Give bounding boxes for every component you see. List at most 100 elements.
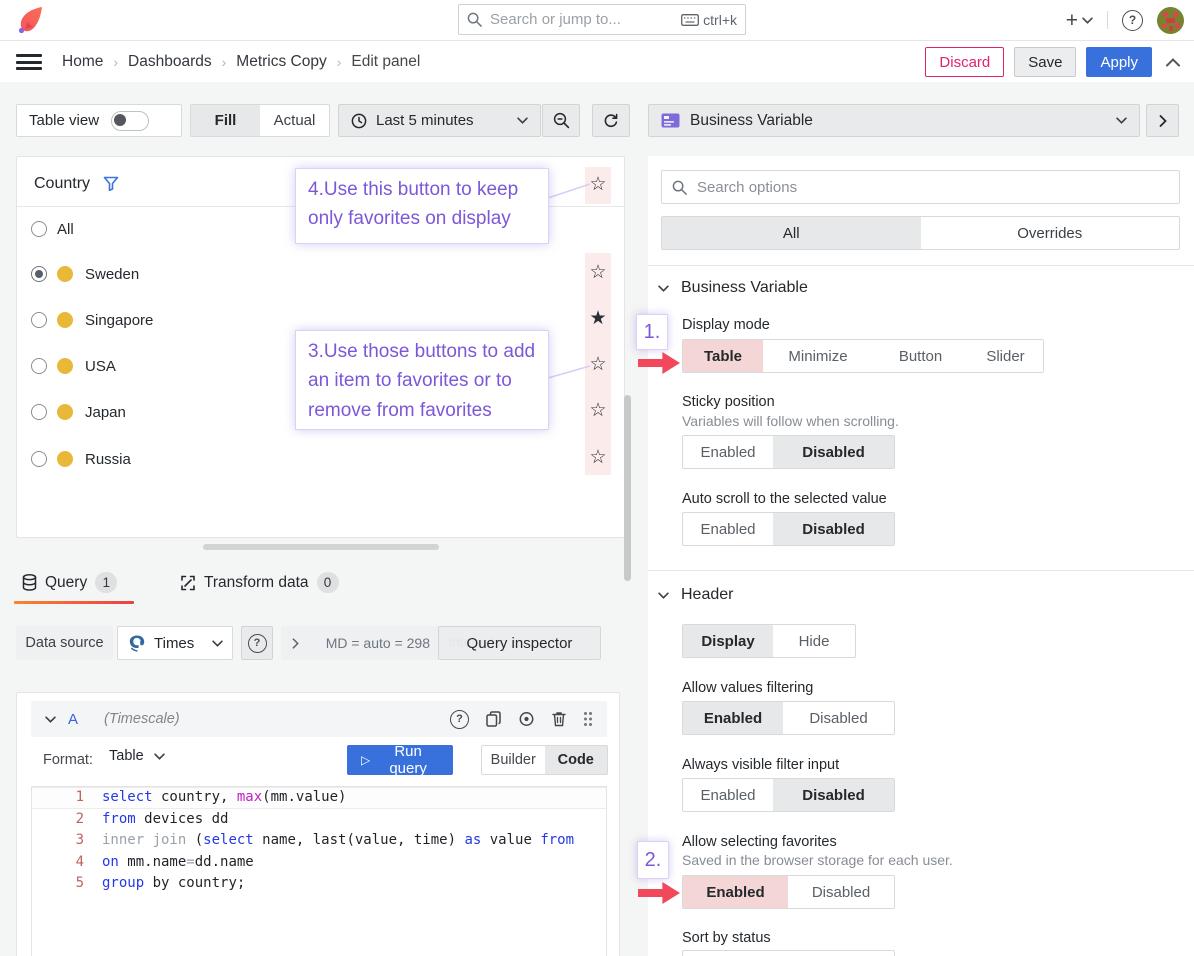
filtering-disabled[interactable]: Disabled (783, 702, 894, 734)
code-line: 3inner join (select name, last(value, ti… (32, 830, 606, 852)
chevron-down-icon[interactable] (45, 716, 56, 723)
options-search[interactable] (661, 170, 1180, 204)
section-business-variable[interactable]: Business Variable (658, 279, 808, 297)
query-row-header[interactable]: A (Timescale) ? (31, 701, 607, 737)
tab-overrides[interactable]: Overrides (921, 217, 1180, 249)
radio-icon[interactable] (31, 358, 47, 374)
query-help-button[interactable]: ? (450, 710, 469, 729)
global-search-input[interactable] (488, 10, 675, 29)
autoscroll-disabled[interactable]: Disabled (773, 513, 894, 545)
query-options-toggle[interactable]: MD = auto = 298 (281, 626, 441, 660)
line-number: 4 (32, 852, 102, 874)
display-mode-table[interactable]: Table (683, 340, 763, 372)
chevron-down-icon (517, 117, 528, 124)
run-query-button[interactable]: ▷ Run query (347, 745, 453, 775)
display-mode-minimize[interactable]: Minimize (763, 340, 873, 372)
tutorial-step-2: 2. (637, 841, 669, 879)
zoom-out-time-button[interactable] (542, 104, 580, 137)
sort-by-status-segmented[interactable] (682, 950, 895, 956)
favorite-star-button[interactable]: ☆ (585, 448, 611, 467)
radio-selected-icon[interactable] (31, 266, 47, 282)
breadcrumb-dashboard-name[interactable]: Metrics Copy (236, 53, 326, 71)
table-view-toggle[interactable] (111, 111, 149, 131)
filter-input-label: Always visible filter input (682, 757, 839, 773)
query-options-summary: MD = auto = 298 (326, 635, 430, 651)
panel-type-picker[interactable]: Business Variable (648, 104, 1140, 137)
table-view-toggle-group[interactable]: Table view (16, 104, 182, 137)
user-avatar[interactable] (1157, 7, 1184, 34)
refresh-button[interactable] (592, 104, 630, 137)
datasource-help-button[interactable]: ? (241, 626, 273, 660)
breadcrumb-home[interactable]: Home (62, 53, 103, 71)
next-panel-button[interactable] (1146, 104, 1179, 137)
filter-funnel-icon[interactable] (103, 176, 119, 191)
favorite-star-button[interactable]: ☆ (585, 355, 611, 374)
autoscroll-label: Auto scroll to the selected value (682, 491, 887, 507)
actual-option[interactable]: Actual (260, 105, 329, 136)
tab-query[interactable]: Query 1 (22, 572, 117, 593)
search-icon (467, 12, 482, 27)
favorites-filter-star-button[interactable]: ☆ (585, 175, 611, 194)
breadcrumb-separator: › (222, 54, 227, 70)
divider (648, 265, 1194, 266)
save-button[interactable]: Save (1014, 47, 1076, 77)
chevron-down-icon (658, 285, 669, 292)
new-menu-button[interactable]: + (1066, 10, 1093, 31)
apply-button[interactable]: Apply (1086, 47, 1152, 77)
filtering-enabled[interactable]: Enabled (683, 702, 783, 734)
autoscroll-enabled[interactable]: Enabled (683, 513, 773, 545)
grafana-logo-icon[interactable] (17, 5, 44, 35)
duplicate-query-icon[interactable] (486, 711, 501, 727)
favorites-disabled[interactable]: Disabled (788, 876, 894, 908)
code-option[interactable]: Code (545, 746, 608, 774)
options-pane-scrollbar[interactable] (624, 395, 631, 581)
drag-handle-icon[interactable] (583, 711, 593, 727)
sort-by-status-label: Sort by status (682, 930, 771, 946)
horizontal-scrollbar[interactable] (203, 544, 439, 550)
tab-transform-data[interactable]: Transform data 0 (180, 572, 339, 593)
datasource-picker[interactable]: Times (117, 626, 233, 660)
favorites-label: Allow selecting favorites (682, 834, 837, 850)
radio-icon[interactable] (31, 404, 47, 420)
sticky-position-desc: Variables will follow when scrolling. (682, 413, 899, 429)
sticky-disabled[interactable]: Disabled (773, 436, 894, 468)
sql-code-editor[interactable]: 1select country, max(mm.value) 2from dev… (31, 786, 607, 956)
favorite-star-button[interactable]: ☆ (585, 263, 611, 282)
fill-option[interactable]: Fill (191, 105, 260, 136)
display-mode-slider[interactable]: Slider (968, 340, 1043, 372)
favorites-enabled[interactable]: Enabled (683, 876, 788, 908)
radio-icon[interactable] (31, 451, 47, 467)
sticky-enabled[interactable]: Enabled (683, 436, 773, 468)
help-button[interactable]: ? (1122, 10, 1143, 31)
header-hide[interactable]: Hide (773, 625, 855, 657)
discard-button[interactable]: Discard (925, 47, 1004, 77)
breadcrumb-dashboards[interactable]: Dashboards (128, 53, 212, 71)
format-select[interactable]: Table (109, 748, 165, 764)
time-range-picker[interactable]: Last 5 minutes (338, 104, 541, 137)
toggle-visibility-icon[interactable] (518, 711, 535, 727)
builder-option[interactable]: Builder (482, 746, 545, 774)
variable-option-sweden[interactable]: Sweden (17, 259, 577, 289)
header-display[interactable]: Display (683, 625, 773, 657)
options-search-input[interactable] (695, 178, 1169, 197)
favorite-star-filled-button[interactable]: ★ (585, 309, 611, 328)
query-inspector-button[interactable]: Query inspector (438, 626, 601, 660)
variable-option-label: Russia (85, 451, 131, 468)
delete-query-icon[interactable] (552, 711, 566, 727)
menu-toggle-button[interactable] (16, 54, 42, 70)
display-mode-button[interactable]: Button (873, 340, 968, 372)
filter-input-disabled[interactable]: Disabled (773, 779, 894, 811)
display-mode-segmented: Table Minimize Button Slider (682, 339, 1044, 373)
variable-option-russia[interactable]: Russia (17, 444, 577, 474)
radio-icon[interactable] (31, 221, 47, 237)
chevron-down-icon (1116, 117, 1127, 124)
favorite-star-button[interactable]: ☆ (585, 401, 611, 420)
filter-input-enabled[interactable]: Enabled (683, 779, 773, 811)
status-dot-icon (57, 451, 73, 467)
global-search[interactable]: ctrl+k (458, 4, 746, 35)
variable-option-label: USA (85, 358, 116, 375)
section-header[interactable]: Header (658, 586, 733, 604)
collapse-options-chevron-up-icon[interactable] (1166, 58, 1180, 67)
radio-icon[interactable] (31, 312, 47, 328)
tab-all[interactable]: All (662, 217, 921, 249)
